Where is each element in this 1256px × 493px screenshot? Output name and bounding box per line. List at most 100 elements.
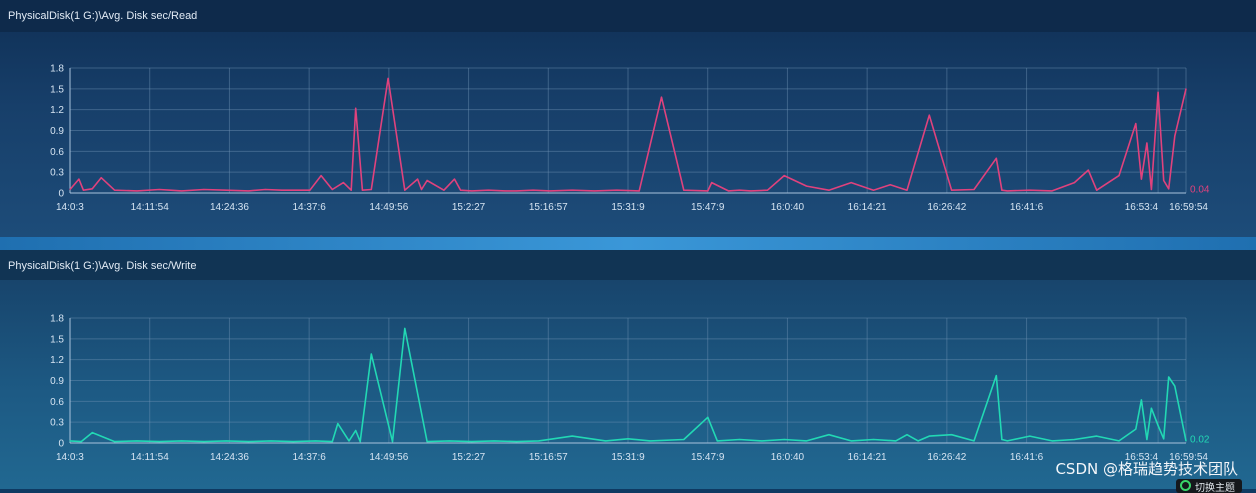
data-point [1150,188,1153,191]
data-point [309,189,311,191]
data-point [391,441,394,443]
data-point [571,189,573,191]
data-point [443,189,445,191]
x-tick-label: 14:11:54 [131,202,170,213]
data-point [158,441,160,443]
data-point [136,190,138,192]
data-point [805,440,808,442]
watermark-text: CSDN @格瑞趋势技术团队 [1055,460,1238,478]
data-point [895,440,897,442]
x-tick-label: 16:14:21 [848,202,887,213]
data-point [766,189,769,191]
data-point [605,440,607,442]
y-tick-label: 1.8 [50,314,64,325]
data-point [361,189,363,191]
data-point [91,431,93,434]
data-point [1135,122,1137,125]
write-line-chart: 0 0.3 0.6 0.9 1.2 1.5 1.8 14:0:3 14:11:54 14:24:3… [50,314,1210,464]
y-tick-label: 0 [58,439,64,450]
data-point [247,190,250,192]
data-point [1029,435,1031,437]
data-point [1185,88,1187,90]
data-point [872,438,875,441]
y-tick-label: 0.9 [50,376,64,387]
y-tick-label: 1.5 [50,334,64,345]
data-point [342,181,345,184]
switch-theme-label: 切换主题 [1195,483,1235,493]
data-point [515,190,518,192]
data-point [1163,179,1165,182]
data-point [805,185,808,187]
data-point [292,189,294,191]
data-point [426,441,428,443]
data-point [761,440,763,442]
x-tick-label: 15:47:9 [691,202,725,213]
switch-theme-button[interactable]: 切换主题 [1176,479,1242,493]
data-point [951,189,953,191]
data-point [348,440,350,442]
x-tick-label: 15:16:57 [529,202,568,213]
data-point [100,177,102,179]
x-tick-label: 14:24:36 [210,452,249,463]
data-point [1157,91,1159,93]
data-point [169,189,172,191]
data-point [417,178,419,180]
data-point [404,327,406,330]
x-tick-label: 14:11:54 [131,452,170,463]
x-tick-label: 15:31:9 [611,452,645,463]
x-tick-label: 15:2:27 [452,452,486,463]
data-point [995,157,997,159]
data-point [270,440,272,442]
data-point [181,190,183,192]
x-tick-label: 14:37:6 [292,202,326,213]
data-point [91,188,93,190]
data-point [1146,438,1148,441]
data-point [707,416,709,418]
x-tick-label: 14:0:3 [56,452,84,463]
data-point [711,181,713,184]
x-tick-label: 16:26:42 [927,452,966,463]
data-point [1001,189,1003,191]
x-tick-label: 15:16:57 [529,452,568,463]
data-point [114,441,116,443]
data-point [532,189,534,191]
data-point [707,190,709,192]
y-tick-label: 0.3 [50,168,64,179]
data-point [951,434,953,436]
data-point [627,438,629,440]
data-point [1185,440,1187,442]
data-point [404,189,406,191]
data-point [850,181,852,184]
data-point [571,435,573,437]
data-point [1135,428,1137,430]
y-tick-label: 0.9 [50,126,64,137]
data-point [1140,178,1142,180]
data-point [448,440,451,442]
write-chart-panel: PhysicalDisk(1 G:)\Avg. Disk sec/Write 0… [0,250,1256,493]
data-point [549,190,551,192]
data-point [1118,175,1120,177]
data-point [264,188,266,191]
x-tick-label: 14:24:36 [210,202,249,213]
x-tick-label: 16:41:6 [1010,202,1044,213]
data-point [515,441,518,443]
data-point [872,189,875,191]
data-point [1118,440,1120,442]
data-point [750,190,752,192]
data-point [1001,438,1003,441]
data-point [370,353,372,355]
data-point [337,422,339,425]
data-point [1168,376,1170,378]
data-point [973,188,975,191]
data-point [889,184,891,186]
y-tick-label: 1.2 [50,355,64,366]
x-tick-label: 14:37:6 [292,452,326,463]
x-tick-label: 14:0:3 [56,202,84,213]
data-point [716,440,718,442]
data-point [1174,135,1176,137]
y-tick-label: 1.2 [50,105,64,116]
data-point [616,189,618,191]
x-tick-label: 16:53:4 [1125,202,1159,213]
data-point [247,441,250,443]
data-point [1146,142,1148,144]
